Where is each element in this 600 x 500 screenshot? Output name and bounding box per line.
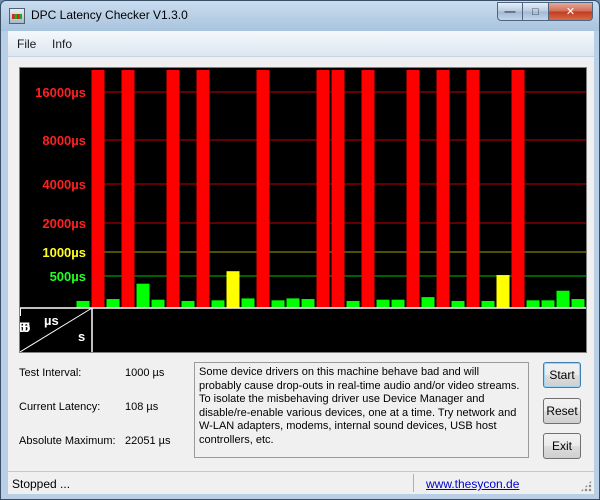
minimize-icon: — — [504, 5, 516, 18]
test-interval-label: Test Interval: — [19, 367, 82, 379]
latency-bar — [271, 300, 285, 308]
latency-bar — [421, 297, 435, 308]
close-icon: ✕ — [565, 6, 576, 18]
latency-bar — [331, 70, 345, 308]
close-button[interactable]: ✕ — [549, 2, 593, 21]
latency-graph: 16000µs 8000µs 4000µs 2000µs 1000µs 500µs µs s -… — [19, 67, 587, 353]
title-bar[interactable]: DPC Latency Checker V1.3.0 — □ ✕ — [1, 1, 599, 31]
menu-file[interactable]: File — [17, 37, 36, 51]
latency-bar — [136, 283, 150, 308]
latency-bar — [481, 300, 495, 308]
exit-button[interactable]: Exit — [543, 433, 581, 459]
latency-bar — [76, 300, 90, 308]
maximize-button[interactable]: □ — [523, 2, 549, 21]
reset-button[interactable]: Reset — [543, 398, 581, 424]
latency-bar — [556, 290, 570, 308]
latency-bar — [511, 70, 525, 308]
latency-bar — [121, 70, 135, 308]
latency-bar — [181, 300, 195, 308]
y-tick-label: 16000µs — [35, 85, 86, 100]
website-link[interactable]: www.thesycon.de — [426, 477, 519, 491]
current-latency-value: 108 µs — [125, 401, 159, 413]
x-tick-label: -5 — [20, 319, 26, 335]
latency-bar — [151, 299, 165, 308]
resize-grip[interactable] — [580, 480, 592, 492]
latency-bar — [346, 300, 360, 308]
latency-bar — [241, 298, 255, 308]
status-text: Stopped ... — [12, 477, 71, 491]
latency-bar — [226, 271, 240, 308]
absolute-maximum-label: Absolute Maximum: — [19, 435, 116, 447]
latency-bar — [496, 275, 510, 308]
minimize-button[interactable]: — — [497, 2, 523, 21]
latency-bar — [256, 70, 270, 308]
diagnostic-message: Some device drivers on this machine beha… — [194, 362, 529, 458]
y-tick-label: 1000µs — [42, 245, 86, 260]
status-bar: Stopped ... www.thesycon.de — [8, 471, 594, 494]
y-tick-label: 4000µs — [42, 177, 86, 192]
current-latency-label: Current Latency: — [19, 401, 101, 413]
latency-bar — [286, 298, 300, 308]
maximize-icon: □ — [532, 5, 539, 18]
window-title: DPC Latency Checker V1.3.0 — [31, 8, 188, 22]
latency-bar — [166, 70, 180, 308]
latency-bar — [436, 70, 450, 308]
latency-bar — [316, 70, 330, 308]
test-interval-value: 1000 µs — [125, 367, 165, 379]
y-tick-label: 500µs — [50, 269, 86, 284]
unit-label-microseconds: µs — [44, 313, 59, 328]
latency-bar — [451, 300, 465, 308]
latency-bar — [376, 299, 390, 308]
latency-bar — [466, 70, 480, 308]
latency-bar — [91, 70, 105, 308]
latency-bar — [211, 300, 225, 308]
y-tick-label: 8000µs — [42, 133, 86, 148]
start-button[interactable]: Start — [543, 362, 581, 388]
app-window: DPC Latency Checker V1.3.0 — □ ✕ File In… — [0, 0, 600, 500]
latency-graph-svg: 16000µs 8000µs 4000µs 2000µs 1000µs 500µs µs s -… — [20, 70, 586, 352]
menu-bar: File Info — [8, 31, 594, 57]
window-controls: — □ ✕ — [497, 2, 593, 22]
latency-bar — [526, 300, 540, 308]
y-tick-label: 2000µs — [42, 216, 86, 231]
status-separator — [413, 474, 414, 492]
latency-bar — [406, 70, 420, 308]
unit-label-seconds: s — [78, 329, 85, 344]
latency-bar — [571, 299, 585, 308]
absolute-maximum-value: 22051 µs — [125, 435, 171, 447]
latency-bar — [541, 300, 555, 308]
app-icon — [9, 8, 25, 24]
client-area: File Info 16000µs 8000µs 4000µs 2000µs 1000µ… — [8, 31, 594, 494]
latency-bar — [301, 299, 315, 308]
menu-info[interactable]: Info — [52, 37, 72, 51]
latency-bar — [196, 70, 210, 308]
latency-bar — [361, 70, 375, 308]
latency-bar — [106, 299, 120, 308]
latency-bar — [391, 299, 405, 308]
